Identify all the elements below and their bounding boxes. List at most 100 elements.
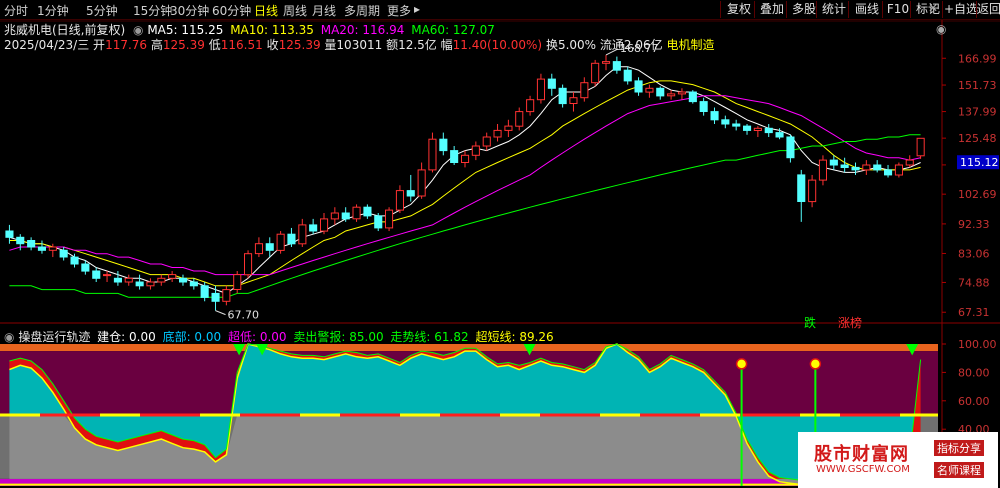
period-15min[interactable]: 15分钟 — [133, 2, 172, 19]
candle-body — [320, 218, 329, 232]
candle-body — [591, 62, 600, 84]
candle-body — [254, 243, 263, 255]
candle — [818, 155, 828, 186]
period-60min[interactable]: 60分钟 — [212, 2, 251, 19]
candle-body — [330, 212, 339, 220]
btn-huaxian[interactable]: 画线 — [848, 1, 885, 18]
candle — [233, 271, 242, 294]
watermark-tag2: 名师课程 — [934, 462, 984, 478]
period-multi[interactable]: 多周期 — [344, 2, 380, 19]
candle-body — [602, 61, 611, 64]
ma-lines — [9, 66, 921, 298]
period-1min[interactable]: 1分钟 — [37, 2, 69, 19]
label-down: 跌 — [804, 316, 817, 330]
candle — [254, 237, 263, 258]
candle — [602, 54, 611, 71]
btn-back[interactable]: 返回 — [976, 1, 1000, 18]
candle-body — [753, 127, 762, 132]
candle-body — [179, 277, 188, 283]
sub-settings-icon[interactable]: ◉ — [4, 330, 14, 344]
candle-body — [916, 137, 925, 157]
candle — [103, 271, 112, 283]
candle-body — [829, 159, 838, 166]
candle-body — [623, 69, 632, 82]
candle-body — [233, 274, 242, 291]
period-fenshi[interactable]: 分时 — [4, 2, 28, 19]
period-month[interactable]: 月线 — [312, 2, 336, 19]
candle-body — [385, 209, 394, 229]
candle — [808, 174, 817, 208]
candle — [743, 123, 752, 135]
candle-body — [113, 277, 123, 283]
candle-body — [504, 125, 513, 131]
candle-body — [157, 277, 166, 283]
period-30min[interactable]: 30分钟 — [170, 2, 209, 19]
sub-item-sell-alert: 卖出警报: 85.00 — [293, 330, 384, 344]
industry-label[interactable]: 电机制造 — [666, 38, 714, 52]
candle-body — [48, 246, 57, 251]
candle-body — [743, 125, 752, 131]
btn-diejia[interactable]: 叠加 — [754, 1, 789, 18]
candle — [558, 84, 567, 108]
signal-marker — [809, 358, 822, 370]
candle-body — [797, 174, 806, 202]
candle — [113, 271, 123, 286]
candle-body — [775, 132, 784, 138]
price-tick-label: 125.48 — [958, 132, 997, 145]
candle — [352, 204, 361, 222]
candle-body — [103, 274, 112, 277]
candle-body — [721, 119, 730, 125]
candle — [580, 77, 589, 102]
candle-body — [634, 80, 643, 93]
period-day[interactable]: 日线 — [254, 2, 278, 19]
close-value: 125.39 — [278, 38, 321, 52]
annotations: 168.7767.70 — [215, 42, 659, 322]
candle-body — [135, 281, 144, 287]
high-label: 高 — [150, 38, 163, 52]
btn-f10[interactable]: F10 — [882, 1, 913, 18]
sub-item-dibu: 底部: 0.00 — [162, 330, 222, 344]
btn-fuquan[interactable]: 复权 — [720, 1, 757, 18]
candle — [753, 126, 762, 137]
ma20-label: MA20: 116.94 — [320, 23, 405, 37]
close-icon[interactable]: ✕ — [928, 1, 938, 15]
candle — [623, 66, 632, 85]
side-toggle-icon[interactable]: ◉ — [936, 22, 946, 36]
candle — [211, 285, 220, 311]
candle — [157, 274, 166, 286]
candle — [244, 250, 253, 279]
btn-add-watch[interactable]: +自选 — [942, 1, 979, 18]
candle-body — [92, 270, 101, 279]
candle-body — [298, 224, 307, 245]
candle — [905, 155, 914, 168]
ma5-label: MA5: 115.25 — [147, 23, 224, 37]
candle-body — [884, 169, 893, 176]
btn-tongji[interactable]: 统计 — [816, 1, 851, 18]
candle — [884, 164, 893, 178]
period-more[interactable]: 更多 — [387, 2, 411, 19]
candle-body — [124, 277, 133, 283]
candle-body — [265, 243, 274, 251]
period-week[interactable]: 周线 — [283, 2, 307, 19]
change-label: 幅 — [440, 38, 453, 52]
ma60-label: MA60: 127.07 — [411, 23, 495, 37]
current-price-label: 115.12 — [960, 156, 999, 169]
candle-body — [81, 263, 90, 272]
ma10-label: MA10: 113.35 — [230, 23, 314, 37]
candle-body — [808, 179, 817, 203]
gear-icon[interactable]: ◉ — [133, 23, 143, 37]
candle — [916, 137, 925, 159]
candle-body — [905, 159, 914, 166]
candle — [471, 141, 480, 161]
more-arrow-icon[interactable]: ▸ — [414, 2, 420, 16]
price-tick-label: 92.33 — [958, 218, 990, 231]
candle-body — [287, 233, 296, 245]
candle-body — [70, 256, 79, 265]
candle-body — [873, 164, 882, 171]
period-5min[interactable]: 5分钟 — [86, 2, 118, 19]
candle-body — [471, 145, 480, 156]
candle — [764, 123, 773, 137]
candle-body — [27, 240, 36, 248]
label-up-rank[interactable]: 涨榜 — [838, 314, 862, 331]
candle-body — [818, 159, 828, 181]
